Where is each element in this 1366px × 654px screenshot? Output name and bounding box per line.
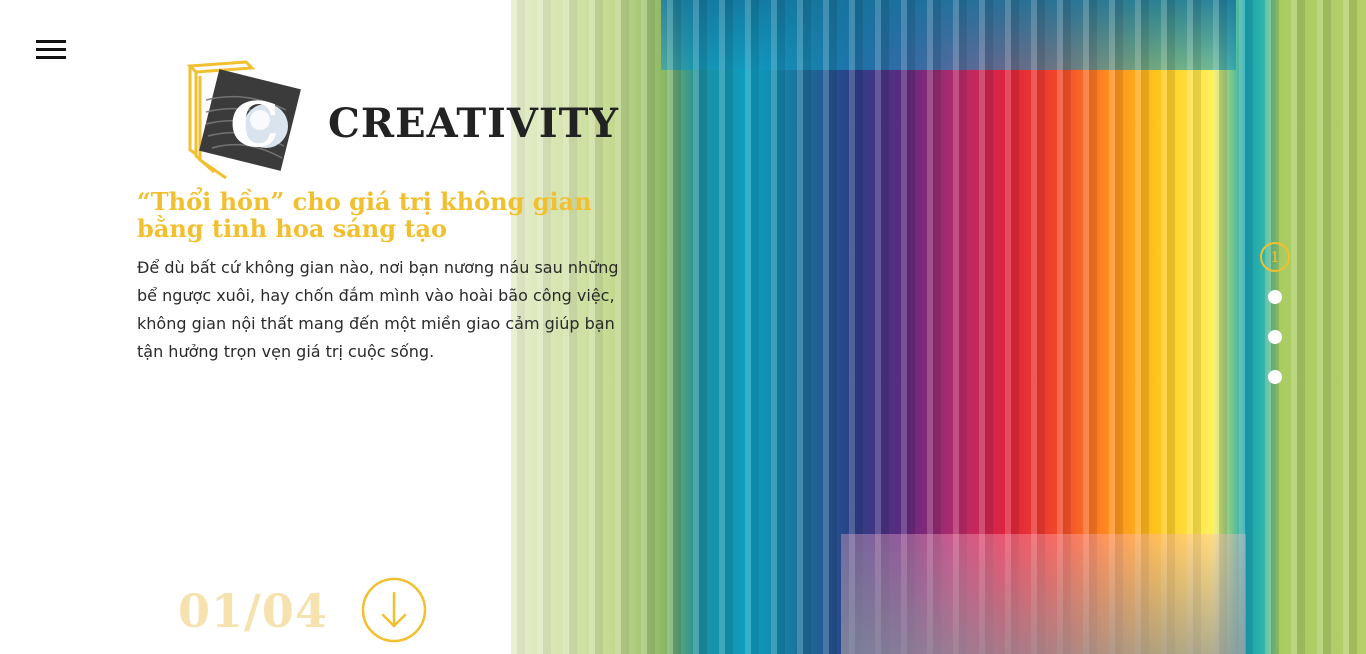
hamburger-icon-line-middle xyxy=(36,48,66,51)
slide-dot-1-active[interactable]: 1 xyxy=(1260,242,1290,272)
logo-letter: C xyxy=(230,88,279,161)
slide-counter: 01/04 xyxy=(178,584,328,638)
hamburger-icon-line-top xyxy=(36,40,66,43)
hero-description: Để dù bất cứ không gian nào, nơi bạn nươ… xyxy=(137,254,637,366)
scroll-down-button[interactable] xyxy=(361,577,427,643)
hero-headline: “Thổi hồn” cho giá trị không gian bằng t… xyxy=(137,188,657,242)
arrow-down-icon xyxy=(381,591,407,628)
hero-image-floor xyxy=(841,534,1246,654)
slide-dot-2[interactable] xyxy=(1268,290,1282,304)
hero-description-line: không gian nội thất mang đến một miền gi… xyxy=(137,314,615,333)
hero-description-line: tận hưởng trọn vẹn giá trị cuộc sống. xyxy=(137,342,435,361)
hamburger-icon-line-bottom xyxy=(36,56,66,59)
hero-headline-line: bằng tinh hoa sáng tạo xyxy=(137,214,448,243)
hero-headline-line: “Thổi hồn” cho giá trị không gian xyxy=(137,187,592,216)
slide-dot-4[interactable] xyxy=(1268,370,1282,384)
hero-description-line: bể ngược xuôi, hay chốn đắm mình vào hoà… xyxy=(137,286,615,305)
hero-description-line: Để dù bất cứ không gian nào, nơi bạn nươ… xyxy=(137,258,619,277)
hero-image xyxy=(511,0,1366,654)
brand-name: CREATIVITY xyxy=(328,100,619,147)
logo-icon: C xyxy=(186,60,301,180)
slide-dot-3[interactable] xyxy=(1268,330,1282,344)
hamburger-menu-button[interactable] xyxy=(36,40,66,62)
